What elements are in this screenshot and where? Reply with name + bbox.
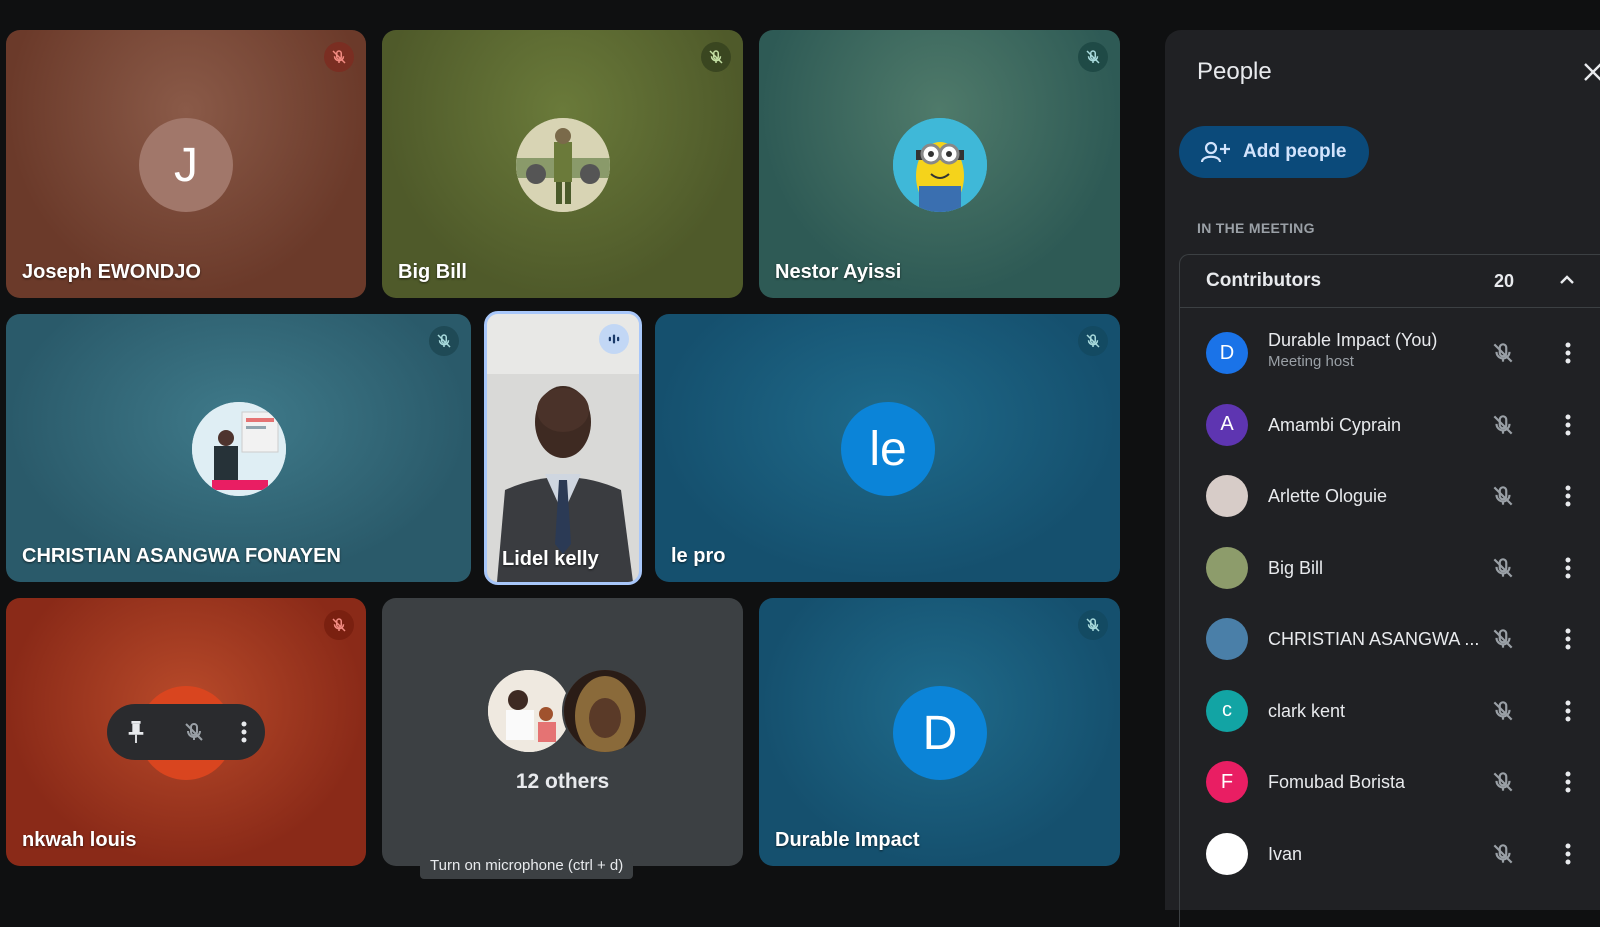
- add-person-icon: [1201, 141, 1230, 163]
- muted-mic-icon: [1078, 610, 1108, 640]
- more-options-icon[interactable]: [1558, 698, 1578, 724]
- speaking-indicator-icon: [599, 324, 629, 354]
- muted-mic-icon: [701, 42, 731, 72]
- section-label: IN THE MEETING: [1197, 220, 1315, 236]
- more-options-icon[interactable]: [1558, 483, 1578, 509]
- muted-mic-icon[interactable]: [1490, 626, 1516, 652]
- avatar: D: [893, 686, 987, 780]
- mute-participant-icon[interactable]: [182, 720, 206, 744]
- participant-avatar: [1206, 546, 1248, 589]
- avatar: J: [139, 118, 233, 212]
- avatar-other-2: [562, 668, 648, 754]
- more-options-icon[interactable]: [1558, 340, 1578, 366]
- muted-mic-icon[interactable]: [1490, 483, 1516, 509]
- participant-name: Joseph EWONDJO: [22, 261, 201, 283]
- avatar: le: [841, 402, 935, 496]
- participant-avatar: c: [1206, 689, 1248, 732]
- muted-mic-icon: [324, 610, 354, 640]
- muted-mic-icon[interactable]: [1490, 769, 1516, 795]
- muted-mic-icon: [429, 326, 459, 356]
- more-options-icon[interactable]: [1558, 769, 1578, 795]
- group-title: Contributors: [1206, 270, 1322, 291]
- contributors-group-header[interactable]: Contributors 20: [1179, 254, 1600, 308]
- participant-tile-christian[interactable]: CHRISTIAN ASANGWA FONAYEN: [6, 314, 471, 582]
- video-feed: [487, 314, 639, 582]
- participant-name: CHRISTIAN ASANGWA ...: [1268, 629, 1480, 649]
- participant-name: Durable Impact (You): [1268, 330, 1438, 350]
- participant-name: clark kent: [1268, 700, 1346, 721]
- participant-name: Arlette Ologuie: [1268, 486, 1388, 506]
- participant-tile-bigbill[interactable]: Big Bill: [382, 30, 743, 298]
- more-options-icon[interactable]: [1558, 841, 1578, 867]
- muted-mic-icon: [324, 42, 354, 72]
- more-options-icon[interactable]: [1558, 412, 1578, 438]
- participant-name: nkwah louis: [22, 829, 137, 851]
- participant-avatar: F: [1206, 761, 1248, 803]
- muted-mic-icon[interactable]: [1490, 555, 1516, 581]
- participant-row[interactable]: CHRISTIAN ASANGWA ...: [1180, 603, 1600, 675]
- others-count-label: 12 others: [515, 770, 610, 793]
- avatar-soldier-image: [516, 118, 610, 212]
- participant-tile-lidel-speaking[interactable]: Lidel kelly: [484, 311, 642, 585]
- participant-tile-nestor[interactable]: Nestor Ayissi: [759, 30, 1120, 298]
- participant-role: Meeting host: [1268, 353, 1354, 370]
- participant-row[interactable]: F Fomubad Borista: [1180, 746, 1600, 818]
- muted-mic-icon[interactable]: [1490, 698, 1516, 724]
- avatar-minion-image: [893, 118, 987, 212]
- panel-title: People: [1197, 58, 1272, 85]
- participant-name: Nestor Ayissi: [775, 261, 902, 283]
- avatar-other-1: [486, 668, 572, 754]
- pin-icon[interactable]: [125, 719, 147, 745]
- participant-name: le pro: [671, 545, 726, 567]
- participant-name: Amambi Cyprain: [1268, 414, 1402, 435]
- muted-mic-icon[interactable]: [1490, 412, 1516, 438]
- participant-avatar: A: [1206, 403, 1248, 446]
- muted-mic-icon[interactable]: [1490, 340, 1516, 366]
- participant-name: Durable Impact: [775, 829, 920, 851]
- avatar-speaker-image: [192, 402, 286, 496]
- microphone-tooltip: Turn on microphone (ctrl + d): [420, 852, 634, 879]
- people-panel: People Add people IN THE MEETING Contrib…: [1165, 30, 1600, 927]
- group-count: 20: [1494, 270, 1515, 291]
- tile-hover-controls: [107, 704, 265, 760]
- participant-name: Big Bill: [398, 261, 467, 283]
- chevron-up-icon[interactable]: [1558, 271, 1576, 289]
- close-panel-button[interactable]: [1579, 58, 1600, 86]
- participant-list: D Durable Impact (You) Meeting host A Amambi…: [1179, 307, 1600, 927]
- participant-tile-durable[interactable]: D Durable Impact: [759, 598, 1120, 866]
- participant-row[interactable]: Arlette Ologuie: [1180, 460, 1600, 532]
- more-options-icon[interactable]: [1558, 626, 1578, 652]
- others-tile[interactable]: 12 others: [382, 598, 743, 866]
- muted-mic-icon: [1078, 42, 1108, 72]
- participant-avatar: [1206, 618, 1248, 660]
- participant-avatar: D: [1206, 332, 1248, 374]
- more-options-icon[interactable]: [241, 721, 247, 743]
- participant-name: Big Bill: [1268, 557, 1324, 578]
- muted-mic-icon: [1078, 326, 1108, 356]
- participant-name: Fomubad Borista: [1268, 772, 1406, 792]
- participant-row[interactable]: c clark kent: [1180, 675, 1600, 747]
- participant-tile-joseph[interactable]: J Joseph EWONDJO: [6, 30, 366, 298]
- add-people-label: Add people: [1243, 141, 1347, 162]
- more-options-icon[interactable]: [1558, 555, 1578, 581]
- participant-name: Lidel kelly: [502, 548, 599, 570]
- add-people-button[interactable]: Add people: [1179, 126, 1369, 178]
- participant-row[interactable]: D Durable Impact (You) Meeting host: [1180, 317, 1600, 389]
- participant-tile-lepro[interactable]: le le pro: [655, 314, 1120, 582]
- participant-row[interactable]: Ivan: [1180, 818, 1600, 890]
- muted-mic-icon[interactable]: [1490, 841, 1516, 867]
- participant-name: CHRISTIAN ASANGWA FONAYEN: [22, 545, 341, 567]
- participant-row[interactable]: A Amambi Cyprain: [1180, 389, 1600, 461]
- participant-avatar: [1206, 475, 1248, 517]
- participant-row[interactable]: Big Bill: [1180, 532, 1600, 604]
- close-icon: [1584, 63, 1600, 81]
- participant-avatar: [1206, 832, 1248, 875]
- participant-name: Ivan: [1268, 843, 1303, 864]
